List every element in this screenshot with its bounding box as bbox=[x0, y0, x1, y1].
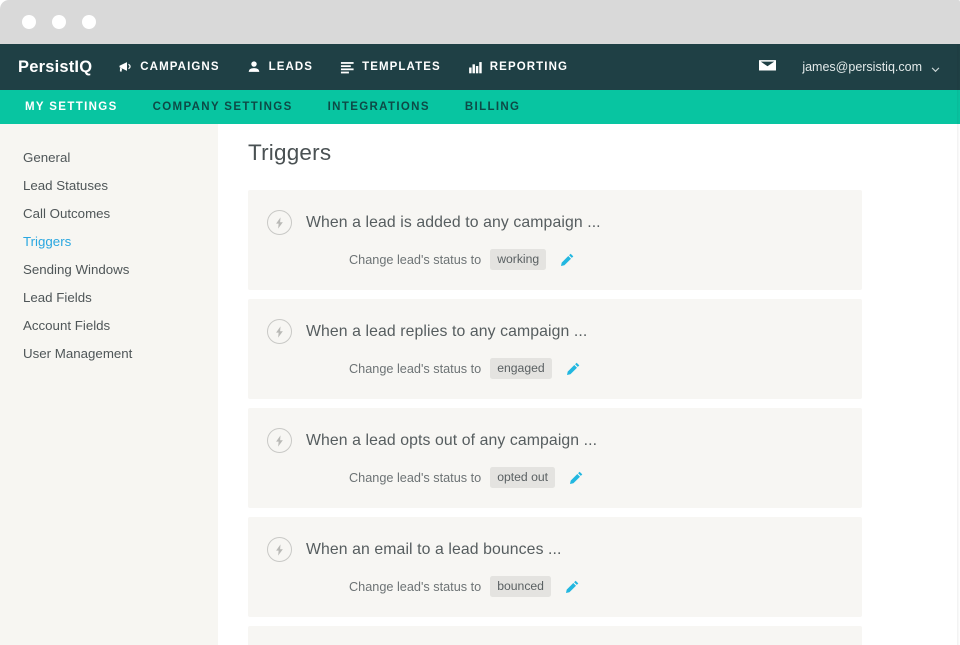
trigger-action-label: Change lead's status to bbox=[349, 252, 482, 267]
nav-item-campaigns[interactable]: CAMPAIGNS bbox=[118, 60, 219, 75]
pencil-icon[interactable] bbox=[565, 580, 579, 594]
nav-item-campaigns-label: CAMPAIGNS bbox=[140, 61, 220, 73]
triggers-list: When a lead is added to any campaign ...… bbox=[248, 190, 960, 645]
nav-item-leads[interactable]: LEADS bbox=[247, 60, 313, 75]
minimize-dot[interactable] bbox=[52, 15, 66, 29]
brand-logo[interactable]: PersistIQ bbox=[18, 58, 92, 77]
subnav-item-billing[interactable]: BILLING bbox=[465, 101, 520, 113]
user-email-label: james@persistiq.com bbox=[802, 60, 922, 74]
lightning-bolt-icon bbox=[267, 537, 292, 562]
trigger-title: When a lead is added to any campaign ... bbox=[306, 213, 601, 231]
user-account-menu[interactable]: james@persistiq.com bbox=[802, 60, 940, 74]
nav-item-templates-label: TEMPLATES bbox=[362, 61, 441, 73]
envelope-icon[interactable] bbox=[759, 59, 777, 76]
sidebar-item-sending-windows[interactable]: Sending Windows bbox=[0, 255, 218, 283]
pencil-icon[interactable] bbox=[566, 362, 580, 376]
zoom-dot[interactable] bbox=[82, 15, 96, 29]
trigger-action-label: Change lead's status to bbox=[349, 470, 482, 485]
chevron-down-icon bbox=[931, 63, 940, 72]
close-dot[interactable] bbox=[22, 15, 36, 29]
sidebar-item-lead-fields[interactable]: Lead Fields bbox=[0, 283, 218, 311]
trigger-card[interactable]: When an email to a lead bounces ... Chan… bbox=[248, 517, 862, 617]
trigger-header: When a lead replies to any campaign ... bbox=[248, 319, 862, 344]
status-badge: opted out bbox=[490, 467, 556, 488]
lightning-bolt-icon bbox=[267, 210, 292, 235]
primary-nav-links: CAMPAIGNS LEADS TEMPLATES REPORTING bbox=[118, 60, 568, 75]
lightning-bolt-icon bbox=[267, 319, 292, 344]
trigger-card[interactable]: When a lead is added to any campaign ...… bbox=[248, 190, 862, 290]
pencil-icon[interactable] bbox=[560, 253, 574, 267]
lightning-bolt-icon bbox=[267, 428, 292, 453]
sidebar-item-call-outcomes[interactable]: Call Outcomes bbox=[0, 199, 218, 227]
pencil-icon[interactable] bbox=[569, 471, 583, 485]
status-badge: engaged bbox=[490, 358, 552, 379]
trigger-card[interactable]: When a lead replies to any campaign ... … bbox=[248, 299, 862, 399]
main-panel: Triggers When a lead is added to any cam… bbox=[218, 124, 960, 645]
trigger-header: When a lead is added to any campaign ... bbox=[248, 210, 862, 235]
trigger-action-row: Change lead's status to engaged bbox=[248, 358, 862, 379]
trigger-header: When a lead opts out of any campaign ... bbox=[248, 428, 862, 453]
app-window: PersistIQ CAMPAIGNS LEADS TEMPLATES REPO… bbox=[0, 0, 960, 645]
status-badge: working bbox=[490, 249, 547, 270]
trigger-title: When a lead replies to any campaign ... bbox=[306, 322, 588, 340]
sidebar-item-lead-statuses[interactable]: Lead Statuses bbox=[0, 171, 218, 199]
secondary-nav: MY SETTINGS COMPANY SETTINGS INTEGRATION… bbox=[0, 90, 960, 124]
trigger-action-row: Change lead's status to bounced bbox=[248, 576, 862, 597]
sidebar-item-triggers[interactable]: Triggers bbox=[0, 227, 218, 255]
settings-sidebar: General Lead Statuses Call Outcomes Trig… bbox=[0, 124, 218, 645]
trigger-header: When an email to a lead bounces ... bbox=[248, 537, 862, 562]
sidebar-item-general[interactable]: General bbox=[0, 143, 218, 171]
subnav-item-my-settings[interactable]: MY SETTINGS bbox=[25, 101, 118, 113]
nav-item-leads-label: LEADS bbox=[268, 61, 314, 73]
nav-item-reporting-label: REPORTING bbox=[489, 61, 569, 73]
trigger-action-label: Change lead's status to bbox=[349, 579, 482, 594]
trigger-action-row: Change lead's status to opted out bbox=[248, 467, 862, 488]
navbar-right-group: james@persistiq.com bbox=[759, 59, 940, 76]
window-titlebar bbox=[0, 0, 960, 44]
trigger-action-row: Change lead's status to working bbox=[248, 249, 862, 270]
nav-item-reporting[interactable]: REPORTING bbox=[468, 60, 568, 75]
status-badge: bounced bbox=[490, 576, 551, 597]
trigger-action-label: Change lead's status to bbox=[349, 361, 482, 376]
sidebar-item-user-management[interactable]: User Management bbox=[0, 339, 218, 367]
subnav-item-integrations[interactable]: INTEGRATIONS bbox=[328, 101, 430, 113]
trigger-card[interactable]: When a lead opts out of any campaign ...… bbox=[248, 408, 862, 508]
trigger-title: When an email to a lead bounces ... bbox=[306, 540, 562, 558]
bar-chart-icon bbox=[468, 60, 483, 75]
page-title: Triggers bbox=[248, 140, 332, 165]
user-icon bbox=[247, 60, 262, 75]
trigger-card[interactable]: When a lead completes any campaign, with… bbox=[248, 626, 862, 645]
sidebar-item-account-fields[interactable]: Account Fields bbox=[0, 311, 218, 339]
content-area: General Lead Statuses Call Outcomes Trig… bbox=[0, 124, 960, 645]
list-lines-icon bbox=[340, 60, 355, 75]
nav-item-templates[interactable]: TEMPLATES bbox=[340, 60, 441, 75]
trigger-title: When a lead opts out of any campaign ... bbox=[306, 431, 598, 449]
megaphone-icon bbox=[118, 60, 133, 75]
subnav-item-company-settings[interactable]: COMPANY SETTINGS bbox=[153, 101, 293, 113]
primary-navbar: PersistIQ CAMPAIGNS LEADS TEMPLATES REPO… bbox=[0, 44, 960, 90]
